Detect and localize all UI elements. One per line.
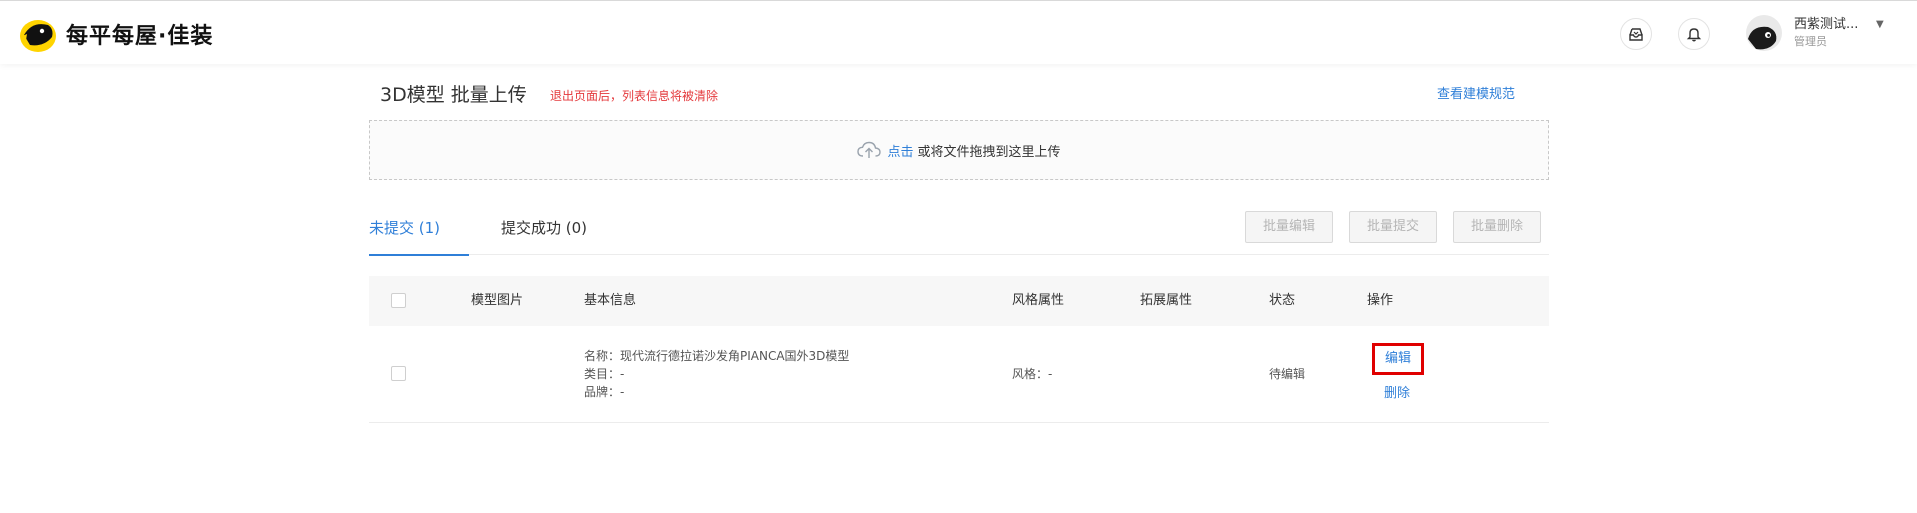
row-checkbox[interactable]	[391, 366, 406, 381]
top-bar: 每平每屋·佳装 西紫测试... 管理员 ▼	[0, 0, 1917, 64]
model-brand: 品牌：-	[584, 385, 625, 399]
inbox-button[interactable]	[1620, 18, 1652, 50]
column-header-extended: 拓展属性	[1140, 293, 1193, 308]
model-category: 类目：-	[584, 367, 625, 381]
bell-icon	[1686, 28, 1702, 42]
column-header-status: 状态	[1269, 293, 1296, 308]
user-name: 西紫测试...	[1794, 17, 1859, 32]
column-header-image: 模型图片	[471, 293, 524, 308]
user-avatar-icon	[1746, 15, 1782, 51]
logo-bird-icon	[20, 20, 56, 52]
user-role: 管理员	[1794, 35, 1827, 48]
upload-click-link[interactable]: 点击	[887, 141, 913, 160]
tab-submitted[interactable]: 提交成功 (0)	[501, 210, 587, 255]
model-name: 名称：现代流行德拉诺沙发角PIANCA国外3D模型	[584, 349, 850, 363]
user-menu[interactable]: 西紫测试... 管理员	[1746, 15, 1858, 51]
inbox-icon	[1629, 28, 1643, 41]
upload-dropzone[interactable]: 点击 或将文件拖拽到这里上传	[369, 120, 1549, 180]
cloud-upload-icon	[857, 141, 882, 158]
upload-hint: 或将文件拖拽到这里上传	[917, 144, 1061, 160]
select-all-checkbox[interactable]	[391, 293, 406, 308]
style-cell: 风格：-	[1012, 367, 1053, 381]
status-cell: 待编辑	[1269, 367, 1306, 381]
chevron-down-icon[interactable]: ▼	[1876, 19, 1884, 30]
batch-edit-button[interactable]: 批量编辑	[1245, 211, 1333, 243]
tab-unsubmitted[interactable]: 未提交 (1)	[369, 210, 469, 256]
edit-button[interactable]: 编辑	[1372, 343, 1424, 375]
delete-button[interactable]: 删除	[1384, 382, 1410, 401]
modeling-spec-link[interactable]: 查看建模规范	[1437, 83, 1515, 102]
batch-delete-button[interactable]: 批量删除	[1453, 211, 1541, 243]
batch-submit-button[interactable]: 批量提交	[1349, 211, 1437, 243]
column-header-actions: 操作	[1367, 293, 1394, 308]
column-header-basic-info: 基本信息	[584, 293, 637, 308]
column-header-style: 风格属性	[1012, 293, 1065, 308]
avatar	[1746, 15, 1782, 51]
page-warning: 退出页面后，列表信息将被清除	[550, 89, 719, 103]
brand-logo[interactable]: 每平每屋·佳装	[18, 15, 213, 53]
notification-button[interactable]	[1678, 18, 1710, 50]
table-header: 模型图片 基本信息 风格属性 拓展属性 状态 操作	[369, 276, 1549, 326]
page-title: 3D模型 批量上传	[380, 84, 527, 106]
brand-name: 每平每屋·佳装	[66, 24, 214, 49]
basic-info-cell: 名称：现代流行德拉诺沙发角PIANCA国外3D模型 类目：- 品牌：-	[584, 347, 849, 401]
